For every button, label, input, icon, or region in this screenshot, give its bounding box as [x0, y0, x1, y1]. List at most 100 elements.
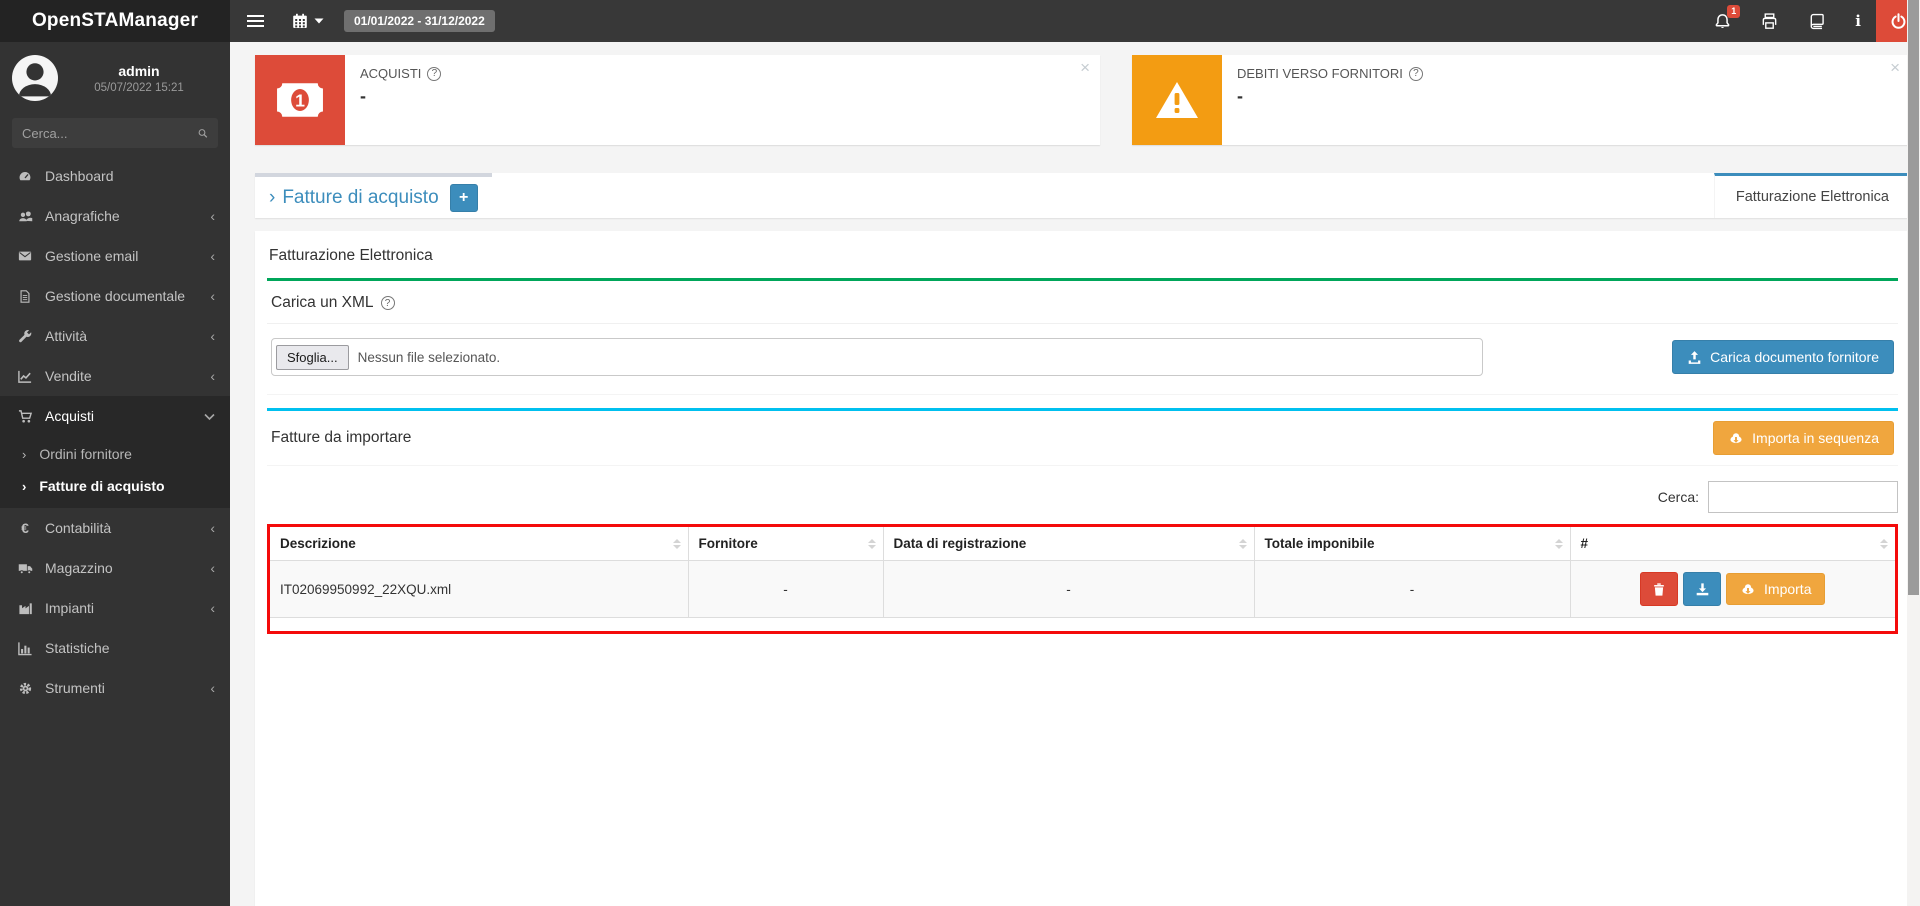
chevron-right-icon: ›	[22, 446, 27, 462]
upload-supplier-document-button[interactable]: Carica documento fornitore	[1672, 340, 1894, 374]
sidebar-item-fatture-di-acquisto[interactable]: › Fatture di acquisto	[0, 470, 230, 502]
page-scrollbar[interactable]	[1907, 0, 1920, 906]
chevron-left-icon: ‹	[210, 368, 215, 384]
help-icon[interactable]: ?	[427, 66, 442, 81]
cell-descrizione: IT02069950992_22XQU.xml	[270, 560, 688, 618]
cell-fornitore: -	[687, 560, 883, 618]
info-box-label: ACQUISTI	[360, 66, 422, 81]
browse-button[interactable]: Sfoglia...	[276, 344, 349, 370]
info-box-value: -	[1237, 86, 1243, 106]
acquisti-submenu: › Ordini fornitore › Fatture di acquisto	[0, 436, 230, 508]
chevron-left-icon: ‹	[210, 680, 215, 696]
chevron-right-icon: ›	[269, 186, 276, 208]
user-panel: admin 05/07/2022 15:21	[0, 42, 230, 109]
dashboard-icon	[15, 169, 35, 184]
sidebar-menu: Dashboard Anagrafiche ‹ Gestione email ‹	[0, 156, 230, 708]
chevron-left-icon: ‹	[210, 520, 215, 536]
sidebar-item-statistiche[interactable]: Statistiche	[0, 628, 230, 668]
sidebar-item-strumenti[interactable]: Strumenti ‹	[0, 668, 230, 708]
column-header-actions[interactable]: #	[1569, 527, 1895, 561]
hamburger-icon	[247, 12, 264, 30]
truck-icon	[15, 561, 35, 576]
import-table: Descrizione Fornitore Data di registrazi…	[270, 527, 1895, 618]
info-button[interactable]: i	[1840, 0, 1876, 42]
sidebar-item-vendite[interactable]: Vendite ‹	[0, 356, 230, 396]
document-icon	[15, 289, 35, 304]
login-timestamp: 05/07/2022 15:21	[94, 81, 184, 94]
date-range-badge: 01/01/2022 - 31/12/2022	[344, 10, 495, 32]
panel-heading: Fatturazione Elettronica	[269, 247, 433, 264]
period-dropdown[interactable]	[280, 0, 336, 42]
column-header-totale-imponibile[interactable]: Totale imponibile	[1253, 527, 1570, 561]
delete-button[interactable]	[1640, 572, 1679, 606]
close-icon[interactable]: ×	[1890, 58, 1900, 78]
app-logo[interactable]: OpenSTAManager	[0, 0, 230, 42]
cell-totale-imponibile: -	[1253, 560, 1570, 618]
calendar-icon	[293, 13, 307, 28]
sidebar-item-dashboard[interactable]: Dashboard	[0, 156, 230, 196]
chevron-left-icon: ‹	[210, 208, 215, 224]
chart-line-icon	[15, 369, 35, 384]
svg-text:1: 1	[295, 90, 305, 110]
sidebar-item-gestione-documentale[interactable]: Gestione documentale ‹	[0, 276, 230, 316]
cloud-download-icon	[1730, 433, 1742, 444]
table-search-label: Cerca:	[1657, 489, 1699, 505]
person-icon	[18, 63, 52, 97]
cell-data-registrazione: -	[882, 560, 1254, 618]
notifications-button[interactable]: 1	[1699, 0, 1746, 42]
sidebar: admin 05/07/2022 15:21 Dashboard	[0, 42, 230, 906]
docs-button[interactable]	[1793, 0, 1840, 42]
chevron-left-icon: ‹	[210, 560, 215, 576]
trash-icon	[1654, 582, 1664, 596]
import-section-title: Fatture da importare	[271, 429, 412, 446]
users-icon	[15, 209, 35, 224]
sidebar-item-acquisti[interactable]: Acquisti	[0, 396, 230, 436]
notification-count-badge: 1	[1727, 5, 1741, 18]
power-icon	[1891, 12, 1905, 29]
table-search-input[interactable]	[1708, 481, 1898, 513]
search-icon[interactable]	[198, 126, 208, 141]
sidebar-item-magazzino[interactable]: Magazzino ‹	[0, 548, 230, 588]
file-status-text: Nessun file selezionato.	[357, 349, 501, 365]
module-header: › Fatture di acquisto + Fatturazione Ele…	[255, 173, 1910, 218]
sidebar-item-anagrafiche[interactable]: Anagrafiche ‹	[0, 196, 230, 236]
gear-icon	[15, 681, 35, 696]
sidebar-item-gestione-email[interactable]: Gestione email ‹	[0, 236, 230, 276]
tab-fatturazione-elettronica[interactable]: Fatturazione Elettronica	[1713, 173, 1910, 218]
import-sequence-button[interactable]: Importa in sequenza	[1713, 421, 1894, 455]
industry-icon	[15, 601, 35, 616]
info-box-acquisti: 1 ACQUISTI ? - ×	[255, 55, 1100, 145]
info-box-debiti: DEBITI VERSO FORNITORI ? - ×	[1132, 55, 1910, 145]
scrollbar-thumb[interactable]	[1908, 0, 1919, 595]
add-record-button[interactable]: +	[449, 183, 478, 212]
sidebar-item-ordini-fornitore[interactable]: › Ordini fornitore	[0, 438, 230, 470]
sidebar-toggle-button[interactable]	[230, 0, 280, 42]
page-title: › Fatture di acquisto	[269, 186, 439, 208]
column-header-data-registrazione[interactable]: Data di registrazione	[882, 527, 1254, 561]
print-button[interactable]	[1746, 0, 1793, 42]
sort-icon	[1880, 538, 1888, 549]
download-button[interactable]	[1683, 572, 1722, 606]
printer-icon	[1762, 12, 1777, 29]
import-row-button[interactable]: Importa	[1726, 573, 1826, 605]
column-header-fornitore[interactable]: Fornitore	[687, 527, 883, 561]
import-table-highlight: Descrizione Fornitore Data di registrazi…	[267, 524, 1898, 634]
sidebar-item-impianti[interactable]: Impianti ‹	[0, 588, 230, 628]
upload-icon	[1688, 350, 1701, 364]
main-content: 1 ACQUISTI ? - × DEBITI VERSO FORNITORI …	[230, 42, 1920, 906]
info-box-value: -	[360, 86, 366, 106]
envelope-icon	[15, 249, 35, 263]
xml-file-input[interactable]: Sfoglia... Nessun file selezionato.	[271, 338, 1483, 376]
avatar[interactable]	[12, 55, 58, 101]
help-icon[interactable]: ?	[380, 296, 395, 310]
column-header-descrizione[interactable]: Descrizione	[270, 527, 688, 561]
cell-actions: Importa	[1569, 560, 1895, 618]
sidebar-item-attivita[interactable]: Attività ‹	[0, 316, 230, 356]
help-icon[interactable]: ?	[1408, 66, 1423, 81]
search-input[interactable]	[22, 125, 198, 141]
cart-icon	[15, 409, 35, 424]
chevron-left-icon: ‹	[210, 600, 215, 616]
app-window: OpenSTAManager 01/01/2022 - 31/12/2022 1…	[0, 0, 1920, 906]
sidebar-item-contabilita[interactable]: € Contabilità ‹	[0, 508, 230, 548]
close-icon[interactable]: ×	[1080, 58, 1090, 78]
